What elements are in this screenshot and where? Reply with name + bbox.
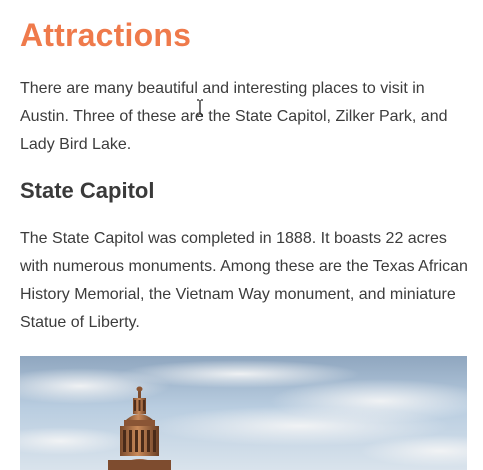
section-body-state-capitol: The State Capitol was completed in 1888.… — [20, 230, 468, 331]
page-title: Attractions — [20, 17, 192, 53]
article: Attractions There are many beautiful and… — [20, 0, 468, 470]
state-capitol-photo — [20, 356, 467, 470]
section-heading-state-capitol: State Capitol — [20, 178, 155, 203]
intro-paragraph: There are many beautiful and interesting… — [20, 80, 448, 153]
